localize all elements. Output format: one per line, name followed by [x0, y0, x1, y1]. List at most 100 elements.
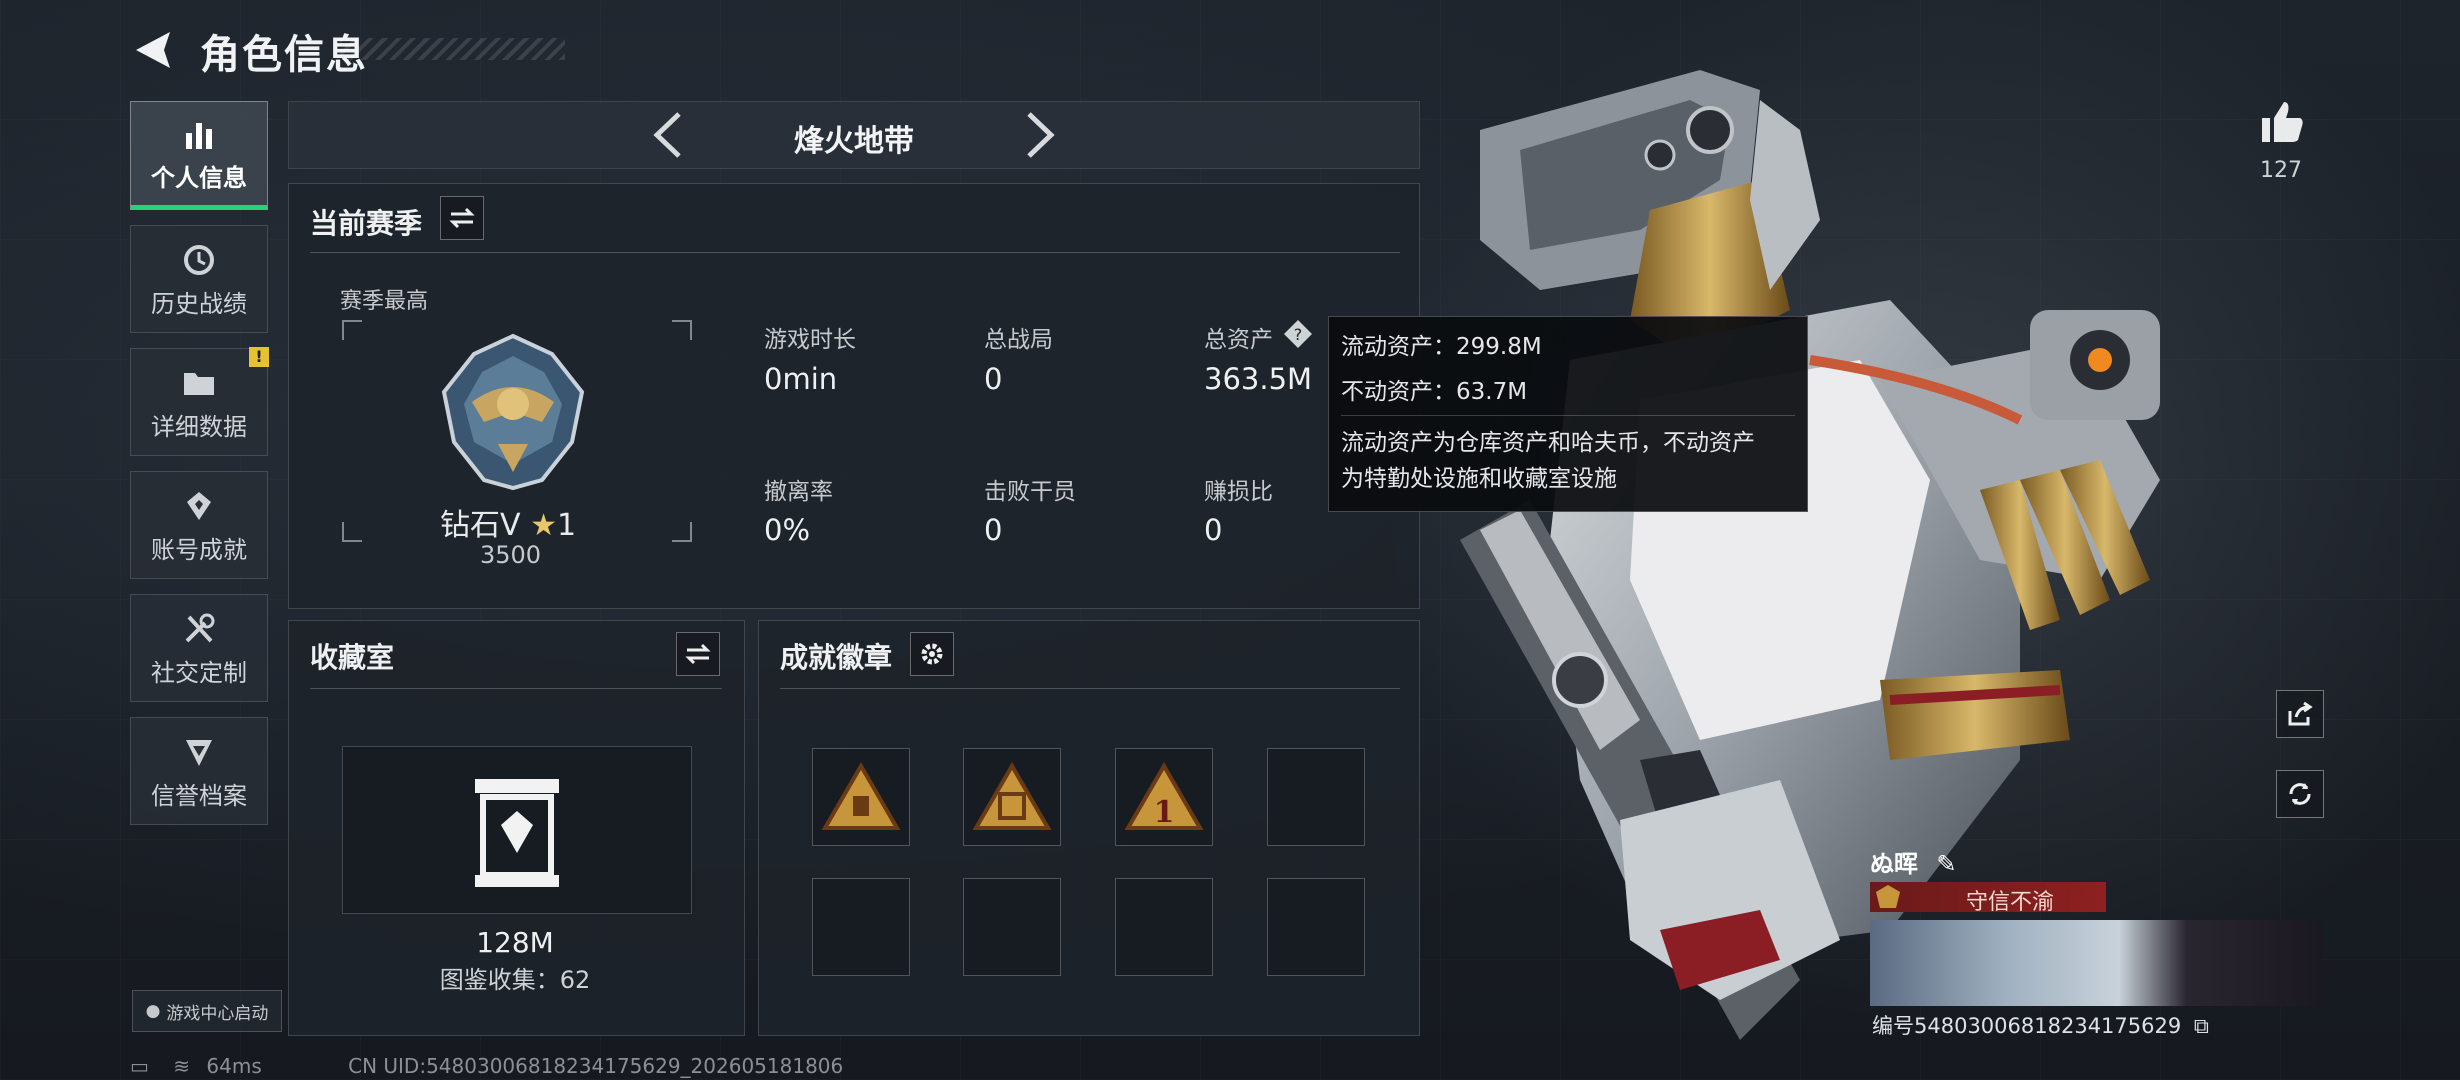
swap-icon — [685, 643, 711, 665]
copy-icon[interactable]: ⧉ — [2194, 1014, 2209, 1038]
stat-playtime-value: 0min — [764, 362, 838, 396]
next-mode-arrow-icon[interactable] — [1019, 110, 1059, 160]
thumbs-up-icon[interactable] — [2258, 98, 2306, 146]
uid-text: CN UID:54803006818234175629_202605181806 — [348, 1054, 844, 1078]
badges-settings-button[interactable] — [910, 632, 954, 676]
player-title-text: 守信不渝 — [1965, 890, 2054, 915]
tooltip-description-line2: 为特勤处设施和收藏室设施 — [1341, 466, 1617, 492]
title-emblem-icon — [1876, 885, 1900, 908]
player-name-text: ぬ晖 — [1870, 850, 1918, 878]
player-name: ぬ晖 ✎ — [1870, 844, 1956, 879]
stat-playtime-label: 游戏时长 — [764, 327, 856, 353]
badge-slot-empty[interactable] — [1115, 878, 1213, 976]
season-title: 当前赛季 — [310, 207, 423, 240]
refresh-button[interactable] — [2276, 770, 2324, 818]
vault-title: 收藏室 — [310, 641, 395, 674]
player-id-text: 编号5480300681823​4175629 — [1872, 1014, 2182, 1038]
sidebar-item-detailed-data[interactable]: ! 详细数据 — [130, 347, 269, 456]
sidebar-item-label: 详细数据 — [151, 412, 247, 441]
qq-icon: ● — [145, 1001, 161, 1021]
tooltip-liquid-assets: 流动资产：299.8M — [1341, 334, 1542, 360]
sidebar-item-personal-info[interactable]: 个人信息 — [130, 101, 268, 210]
player-card[interactable]: ぬ晖 ✎ 守信不渝 — [1862, 838, 2322, 1008]
badges-title: 成就徽章 — [780, 641, 893, 674]
bar-chart-icon — [179, 114, 219, 154]
stat-matches-label: 总战局 — [984, 327, 1053, 353]
edit-pencil-icon[interactable]: ✎ — [1936, 850, 1956, 878]
achievement-icon — [179, 486, 219, 526]
share-icon — [2288, 701, 2313, 726]
title-decoration — [340, 38, 565, 60]
badge-triangle-one-icon: 1 — [1124, 762, 1204, 830]
star-icon: ★ — [530, 508, 557, 543]
sidebar-item-credit[interactable]: 信誉档案 — [130, 717, 268, 825]
vault-value: 128M — [476, 926, 554, 959]
badge-slot-empty[interactable] — [812, 878, 910, 976]
assets-tooltip: 流动资产：299.8M 不动资产：63.7M 流动资产为仓库资产和哈夫币，不动资… — [1328, 316, 1808, 512]
sidebar-item-label: 社交定制 — [151, 658, 247, 687]
like-count: 127 — [2260, 158, 2302, 183]
help-icon[interactable]: ? — [1282, 318, 1314, 350]
game-center-launch-chip[interactable]: ● 游戏中心启动 — [132, 990, 282, 1032]
folder-icon — [179, 363, 219, 403]
back-arrow-icon[interactable] — [130, 28, 178, 72]
badge-slot-empty[interactable] — [963, 878, 1061, 976]
wifi-icon: ≋ — [173, 1054, 191, 1078]
badge-triangle-bag-icon — [821, 762, 901, 830]
diamond-rank-emblem-icon — [441, 333, 585, 491]
share-button[interactable] — [2276, 690, 2324, 738]
badge-slot-empty[interactable] — [1267, 878, 1365, 976]
launch-label: 游戏中心启动 — [166, 1003, 269, 1024]
rank-name-text: 钻石V — [440, 508, 521, 543]
svg-text:1: 1 — [1154, 795, 1175, 830]
stat-kills-value: 0 — [984, 513, 1003, 547]
divider — [780, 688, 1400, 689]
gear-icon — [921, 643, 943, 665]
history-icon — [179, 240, 219, 280]
badge-slot[interactable] — [963, 748, 1061, 846]
player-id: 编号5480300681823​4175629 ⧉ — [1872, 1010, 2209, 1040]
badge-slot[interactable] — [812, 748, 910, 846]
sidebar-item-social-custom[interactable]: 社交定制 — [130, 594, 268, 702]
stat-matches-value: 0 — [984, 362, 1003, 396]
stat-profit-ratio-label: 赚损比 — [1204, 479, 1273, 505]
vault-switch-button[interactable] — [676, 632, 720, 676]
sidebar-item-label: 历史战绩 — [151, 289, 247, 318]
stat-assets-value: 363.5M — [1204, 362, 1313, 396]
rank-name: 钻石V ★1 — [440, 500, 576, 544]
refresh-icon — [2289, 783, 2311, 805]
sidebar-item-achievements[interactable]: 账号成就 — [130, 471, 268, 579]
sidebar-item-history[interactable]: 历史战绩 — [130, 225, 268, 333]
tools-icon — [179, 609, 219, 649]
stat-kills-label: 击败干员 — [984, 479, 1076, 505]
credit-icon — [179, 732, 219, 772]
sidebar-item-label: 个人信息 — [151, 164, 247, 192]
stat-extract-rate-label: 撤离率 — [764, 479, 833, 505]
sidebar: 个人信息 历史战绩 ! 详细数据 账号成就 社交定制 信誉档案 — [130, 101, 270, 840]
mode-title: 烽火地带 — [794, 124, 914, 159]
mode-selector-bar: 烽火地带 — [288, 101, 1420, 169]
divider — [310, 252, 1400, 253]
sidebar-item-label: 账号成就 — [151, 535, 247, 564]
stat-assets-label: 总资产 — [1204, 327, 1273, 353]
status-bar: ▭ ≋ 64ms CN UID:54803006818234175629_202… — [130, 1054, 843, 1078]
season-switch-button[interactable] — [440, 196, 484, 240]
warning-badge: ! — [249, 347, 269, 367]
tooltip-divider — [1341, 415, 1795, 416]
player-banner-image — [1870, 920, 2322, 1006]
stat-extract-rate-value: 0% — [764, 513, 811, 547]
vault-preview[interactable] — [342, 746, 692, 914]
rank-score: 3500 — [480, 541, 542, 569]
svg-text:?: ? — [1294, 325, 1303, 344]
vault-collection: 图鉴收集：62 — [439, 966, 591, 994]
vault-display-case-icon — [475, 779, 559, 887]
player-title-tag: 守信不渝 — [1870, 882, 2106, 915]
sidebar-item-label: 信誉档案 — [151, 781, 247, 810]
badge-slot-empty[interactable] — [1267, 748, 1365, 846]
badge-slot[interactable]: 1 — [1115, 748, 1213, 846]
ping-value: 64ms — [206, 1054, 262, 1078]
divider — [310, 688, 722, 689]
season-best-label: 赛季最高 — [340, 289, 429, 314]
swap-icon — [449, 207, 475, 229]
badge-triangle-box-icon — [972, 762, 1052, 830]
